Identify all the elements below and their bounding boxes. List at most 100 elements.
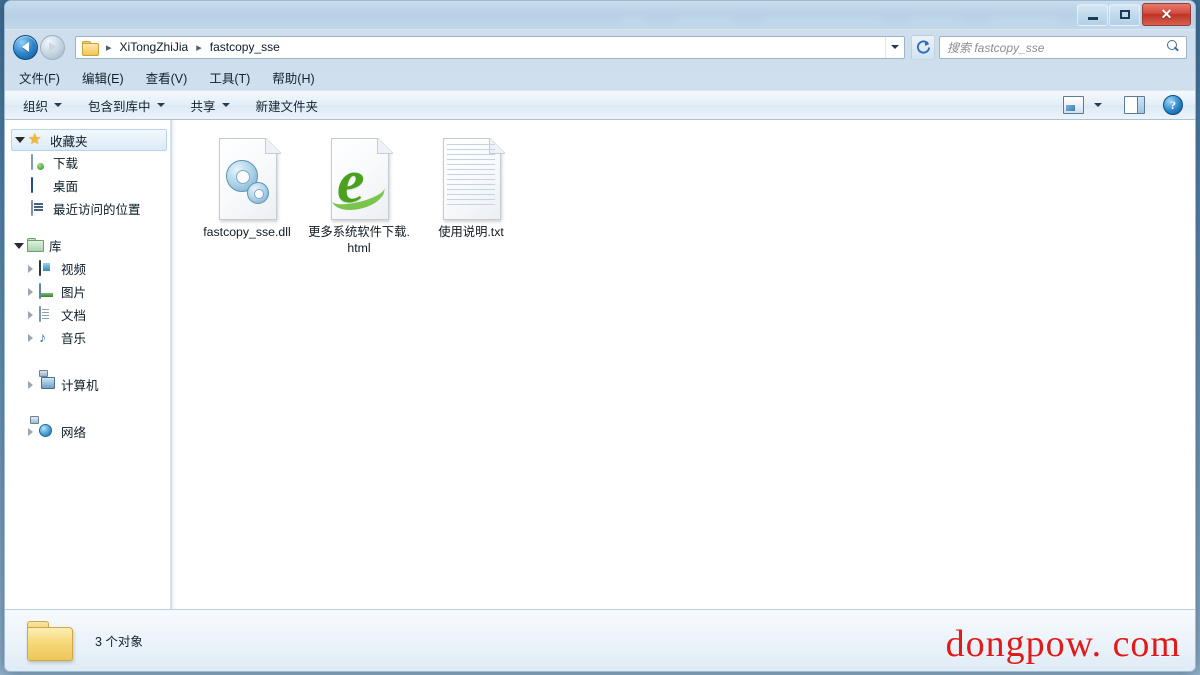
sidebar-item-music[interactable]: ♪ 音乐 [5,326,170,349]
toolbar-right-group: ? [1053,95,1195,115]
maximize-icon [1119,10,1130,19]
search-icon [1165,39,1181,55]
sidebar-item-label: 收藏夹 [50,134,88,149]
maximize-restore-button[interactable] [1109,3,1140,26]
menu-item-file[interactable]: 文件(F) [19,68,60,87]
toolbar-label: 共享 [190,99,216,114]
desktop-icon [31,176,48,194]
refresh-icon [916,40,930,54]
sidebar-item-documents[interactable]: 文档 [5,303,170,326]
star-icon: ★ [28,131,42,148]
computer-icon [39,369,56,393]
menu-item-tools[interactable]: 工具(T) [209,68,250,87]
file-grid: fastcopy_sse.dll e 更多系统软件下载.html 使用说明.tx… [191,134,1195,256]
arrow-right-icon [49,42,56,52]
view-options-dropdown[interactable] [1094,103,1102,107]
menu-bar: 文件(F) 编辑(E) 查看(V) 工具(T) 帮助(H) [5,65,1195,90]
help-icon: ? [1163,95,1183,115]
toolbar-share-button[interactable]: 共享 [191,96,230,115]
minimize-button[interactable] [1077,3,1108,26]
status-bar: 3 个对象 dongpow. com [5,609,1195,671]
file-item-html[interactable]: e 更多系统软件下载.html [303,134,415,256]
refresh-button[interactable] [911,34,935,60]
close-button[interactable]: ✕ [1142,3,1191,26]
dll-gears-icon [213,138,281,220]
watermark-text: dongpow. com [945,623,1181,665]
view-options-icon [1063,96,1084,114]
navigation-pane: ★ 收藏夹 下载 桌面 最近访问的位置 库 视频 图片 文档 ♪ 音乐 计算机 … [5,120,171,609]
download-icon [31,153,48,171]
menu-label: 查看(V) [145,72,188,86]
sidebar-item-favorites[interactable]: ★ 收藏夹 [11,129,167,151]
status-item-count: 3 个对象 [95,635,143,649]
close-icon: ✕ [1160,6,1173,22]
forward-button[interactable] [40,34,65,60]
sidebar-item-recent-places[interactable]: 最近访问的位置 [5,197,170,220]
sidebar-item-pictures[interactable]: 图片 [5,280,170,303]
expander-open-icon[interactable] [14,135,25,146]
sidebar-item-computer[interactable]: 计算机 [5,369,170,396]
explorer-body: ★ 收藏夹 下载 桌面 最近访问的位置 库 视频 图片 文档 ♪ 音乐 计算机 … [5,120,1195,609]
sidebar-item-libraries[interactable]: 库 [5,234,170,257]
sidebar-item-label: 库 [49,240,62,254]
sidebar-item-label: 视频 [61,263,87,277]
internet-explorer-icon: e [325,138,393,220]
chevron-down-icon [221,103,230,107]
expander-open-icon[interactable] [13,240,24,251]
sidebar-item-label: 桌面 [53,180,79,194]
search-input[interactable]: 搜索 fastcopy_sse [940,39,1165,56]
documents-icon [39,305,56,323]
menu-item-edit[interactable]: 编辑(E) [82,68,124,87]
folder-icon [82,40,99,56]
toolbar-label: 新建文件夹 [255,99,319,114]
file-item-txt[interactable]: 使用说明.txt [415,134,527,256]
library-icon [27,237,44,254]
toolbar-label: 组织 [23,99,49,114]
sidebar-item-label: 文档 [61,309,87,323]
address-bar[interactable]: ▸ XiTongZhiJia ▸ fastcopy_sse [75,35,905,59]
file-list-pane[interactable]: fastcopy_sse.dll e 更多系统软件下载.html 使用说明.tx… [177,120,1195,609]
text-file-icon [437,138,505,220]
breadcrumb-separator: ▸ [196,41,202,54]
expander-closed-icon[interactable] [25,286,36,297]
search-box[interactable]: 搜索 fastcopy_sse [939,35,1187,59]
toolbar-include-in-library-button[interactable]: 包含到库中 [88,96,165,115]
folder-icon [27,620,73,661]
help-button[interactable]: ? [1163,95,1183,115]
menu-label: 文件(F) [19,72,60,86]
sidebar-item-desktop[interactable]: 桌面 [5,174,170,197]
sidebar-item-downloads[interactable]: 下载 [5,151,170,174]
toolbar-new-folder-button[interactable]: 新建文件夹 [256,96,319,115]
chevron-down-icon [1094,103,1102,107]
expander-closed-icon[interactable] [25,309,36,320]
command-toolbar: 组织 包含到库中 共享 新建文件夹 ? [5,90,1195,120]
toolbar-label: 包含到库中 [88,99,151,114]
menu-label: 编辑(E) [81,72,124,86]
expander-closed-icon[interactable] [25,263,36,274]
menu-item-help[interactable]: 帮助(H) [272,68,314,87]
window-titlebar: ✕ [5,1,1195,30]
toolbar-organize-button[interactable]: 组织 [23,96,63,115]
file-name-label: 更多系统软件下载.html [308,225,410,255]
sidebar-item-videos[interactable]: 视频 [5,257,170,280]
network-icon [30,415,56,440]
breadcrumb-item-xitongzhijia[interactable]: XiTongZhiJia [117,39,192,55]
breadcrumb-item-fastcopy-sse[interactable]: fastcopy_sse [207,39,283,55]
view-options-button[interactable] [1063,96,1084,114]
window-controls: ✕ [1076,3,1191,26]
expander-closed-icon[interactable] [25,426,36,437]
file-item-fastcopy-sse-dll[interactable]: fastcopy_sse.dll [191,134,303,256]
file-name-label: fastcopy_sse.dll [203,225,291,239]
minimize-icon [1087,16,1098,20]
expander-closed-icon[interactable] [25,332,36,343]
expander-closed-icon[interactable] [25,379,36,390]
menu-item-view[interactable]: 查看(V) [146,68,188,87]
back-button[interactable] [13,34,38,60]
preview-pane-button[interactable] [1124,96,1145,114]
chevron-down-icon [891,45,899,49]
breadcrumb: ▸ XiTongZhiJia ▸ fastcopy_sse [76,37,885,58]
chevron-down-icon [54,103,63,107]
sidebar-item-network[interactable]: 网络 [5,415,170,443]
sidebar-item-label: 图片 [61,286,87,300]
address-history-dropdown[interactable] [885,36,904,58]
